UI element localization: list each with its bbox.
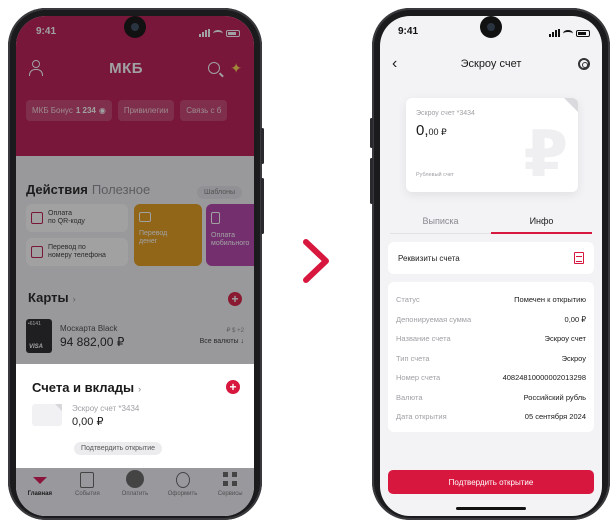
bottom-tabbar: Главная События Оплатить Оформить Сервис… bbox=[16, 468, 254, 516]
right-phone-screen: 9:41 ‹ Эскроу счет ₽ Эскроу счет *3434 0… bbox=[380, 16, 602, 516]
escrow-card-name: Эскроу счет *3434 bbox=[416, 110, 475, 117]
chip-privileges[interactable]: Привилегии bbox=[117, 100, 175, 121]
escrow-card-balance: 0,00 ₽ bbox=[416, 122, 447, 139]
phone-volume-button bbox=[370, 158, 373, 204]
actions-tiles: Оплата по QR-коду Перевод по номеру телефо… bbox=[26, 204, 254, 266]
ruble-watermark-icon: ₽ bbox=[523, 118, 568, 190]
visa-logo: VISA bbox=[29, 344, 44, 350]
notifications-icon[interactable]: ✦ bbox=[230, 61, 242, 75]
wifi-icon bbox=[213, 29, 223, 37]
phone-side-button bbox=[370, 118, 373, 148]
info-row-type: Тип счета Эскроу bbox=[396, 353, 586, 363]
card-currencies: ₽ $ +2 bbox=[226, 328, 244, 334]
phone-icon bbox=[31, 246, 43, 258]
account-name: Эскроу счет *3434 bbox=[72, 404, 140, 413]
account-row[interactable]: Эскроу счет *3434 0,00 ₽ bbox=[32, 404, 139, 428]
account-info-list: Статус Помечен к открытию Депонируемая су… bbox=[388, 282, 594, 432]
requisites-label: Реквизиты счета bbox=[398, 253, 460, 263]
escrow-account-card: ₽ Эскроу счет *3434 0,00 ₽ Рублевый счет bbox=[406, 98, 578, 192]
info-row-number: Номер счета 40824810000002013298 bbox=[396, 373, 586, 383]
chip-contact[interactable]: Связь с б bbox=[180, 100, 228, 121]
top-bar: МКБ ✦ bbox=[28, 58, 242, 78]
action-mobile-pay[interactable]: Оплата мобильного bbox=[206, 204, 254, 266]
nav-bar: ‹ Эскроу счет bbox=[380, 52, 602, 76]
detail-tabs: Выписка Инфо bbox=[390, 206, 592, 234]
bank-logo: МКБ bbox=[109, 59, 144, 77]
confirm-opening-chip[interactable]: Подтвердить открытие bbox=[74, 442, 163, 455]
left-phone-frame: 9:41 МКБ ✦ МКБ Бонус 1 234 ◉ Привилегии … bbox=[8, 8, 264, 520]
battery-icon bbox=[226, 29, 240, 37]
back-icon[interactable]: ‹ bbox=[392, 55, 397, 73]
account-card-icon bbox=[32, 404, 62, 426]
account-balance: 0,00 ₽ bbox=[72, 416, 104, 428]
templates-button[interactable]: Шаблоны bbox=[197, 186, 242, 199]
status-time: 9:41 bbox=[398, 26, 419, 37]
battery-icon bbox=[576, 29, 590, 37]
info-row-name: Название счета Эскроу счет bbox=[396, 334, 586, 344]
camera-notch bbox=[480, 16, 502, 38]
profile-icon[interactable] bbox=[28, 60, 44, 76]
mobile-icon bbox=[211, 212, 220, 224]
requisites-row[interactable]: Реквизиты счета bbox=[388, 242, 594, 274]
wallet-icon bbox=[139, 212, 151, 222]
actions-title: Действия Полезное bbox=[26, 182, 151, 197]
info-row-deposit: Депонируемая сумма 0,00 ₽ bbox=[396, 314, 586, 324]
card-name: Москарта Black bbox=[60, 323, 118, 333]
status-time: 9:41 bbox=[36, 26, 57, 37]
home-indicator bbox=[456, 507, 526, 510]
info-row-currency: Валюта Российский рубль bbox=[396, 392, 586, 402]
tab-info[interactable]: Инфо bbox=[491, 206, 592, 234]
all-currencies-link[interactable]: Все валюты ↓ bbox=[200, 338, 244, 345]
eye-icon: ◉ bbox=[98, 106, 106, 115]
action-qr-pay[interactable]: Оплата по QR-коду bbox=[26, 204, 128, 232]
card-row[interactable]: •6141 VISA Москарта Black 94 882,00 ₽ ₽ … bbox=[26, 314, 244, 358]
promo-chips: МКБ Бонус 1 234 ◉ Привилегии Связь с б bbox=[26, 100, 228, 121]
search-icon[interactable] bbox=[208, 62, 221, 74]
signal-icon bbox=[199, 29, 210, 37]
card-thumbnail: •6141 VISA bbox=[26, 319, 52, 353]
phone-side-button bbox=[261, 128, 264, 164]
add-account-button[interactable]: + bbox=[226, 380, 240, 394]
info-row-date: Дата открытия 05 сентября 2024 bbox=[396, 412, 586, 422]
cards-title[interactable]: Карты › bbox=[28, 290, 76, 305]
phone-volume-button bbox=[261, 178, 264, 234]
right-phone-frame: 9:41 ‹ Эскроу счет ₽ Эскроу счет *3434 0… bbox=[370, 8, 610, 520]
action-money-transfer[interactable]: Перевод денег bbox=[134, 204, 202, 266]
tab-useful[interactable]: Полезное bbox=[92, 182, 150, 197]
transition-arrow-icon bbox=[303, 239, 329, 283]
add-card-button[interactable]: + bbox=[228, 292, 242, 306]
wifi-icon bbox=[563, 29, 573, 37]
signal-icon bbox=[549, 29, 560, 37]
info-row-status: Статус Помечен к открытию bbox=[396, 295, 586, 305]
card-balance: 94 882,00 ₽ bbox=[60, 334, 125, 349]
escrow-card-type: Рублевый счет bbox=[416, 172, 455, 178]
confirm-opening-button[interactable]: Подтвердить открытие bbox=[388, 470, 594, 494]
left-phone-screen: 9:41 МКБ ✦ МКБ Бонус 1 234 ◉ Привилегии … bbox=[16, 16, 254, 516]
tab-statement[interactable]: Выписка bbox=[390, 206, 491, 234]
accounts-section: Счета и вклады › + Эскроу счет *3434 0,00… bbox=[16, 364, 254, 470]
document-icon bbox=[574, 252, 584, 264]
page-title: Эскроу счет bbox=[460, 58, 522, 70]
qr-icon bbox=[31, 212, 43, 224]
action-phone-transfer[interactable]: Перевод по номеру телефона bbox=[26, 238, 128, 266]
camera-notch bbox=[124, 16, 146, 38]
accounts-title[interactable]: Счета и вклады › bbox=[32, 380, 141, 395]
gear-icon[interactable] bbox=[578, 58, 590, 70]
chip-bonus[interactable]: МКБ Бонус 1 234 ◉ bbox=[26, 100, 112, 121]
